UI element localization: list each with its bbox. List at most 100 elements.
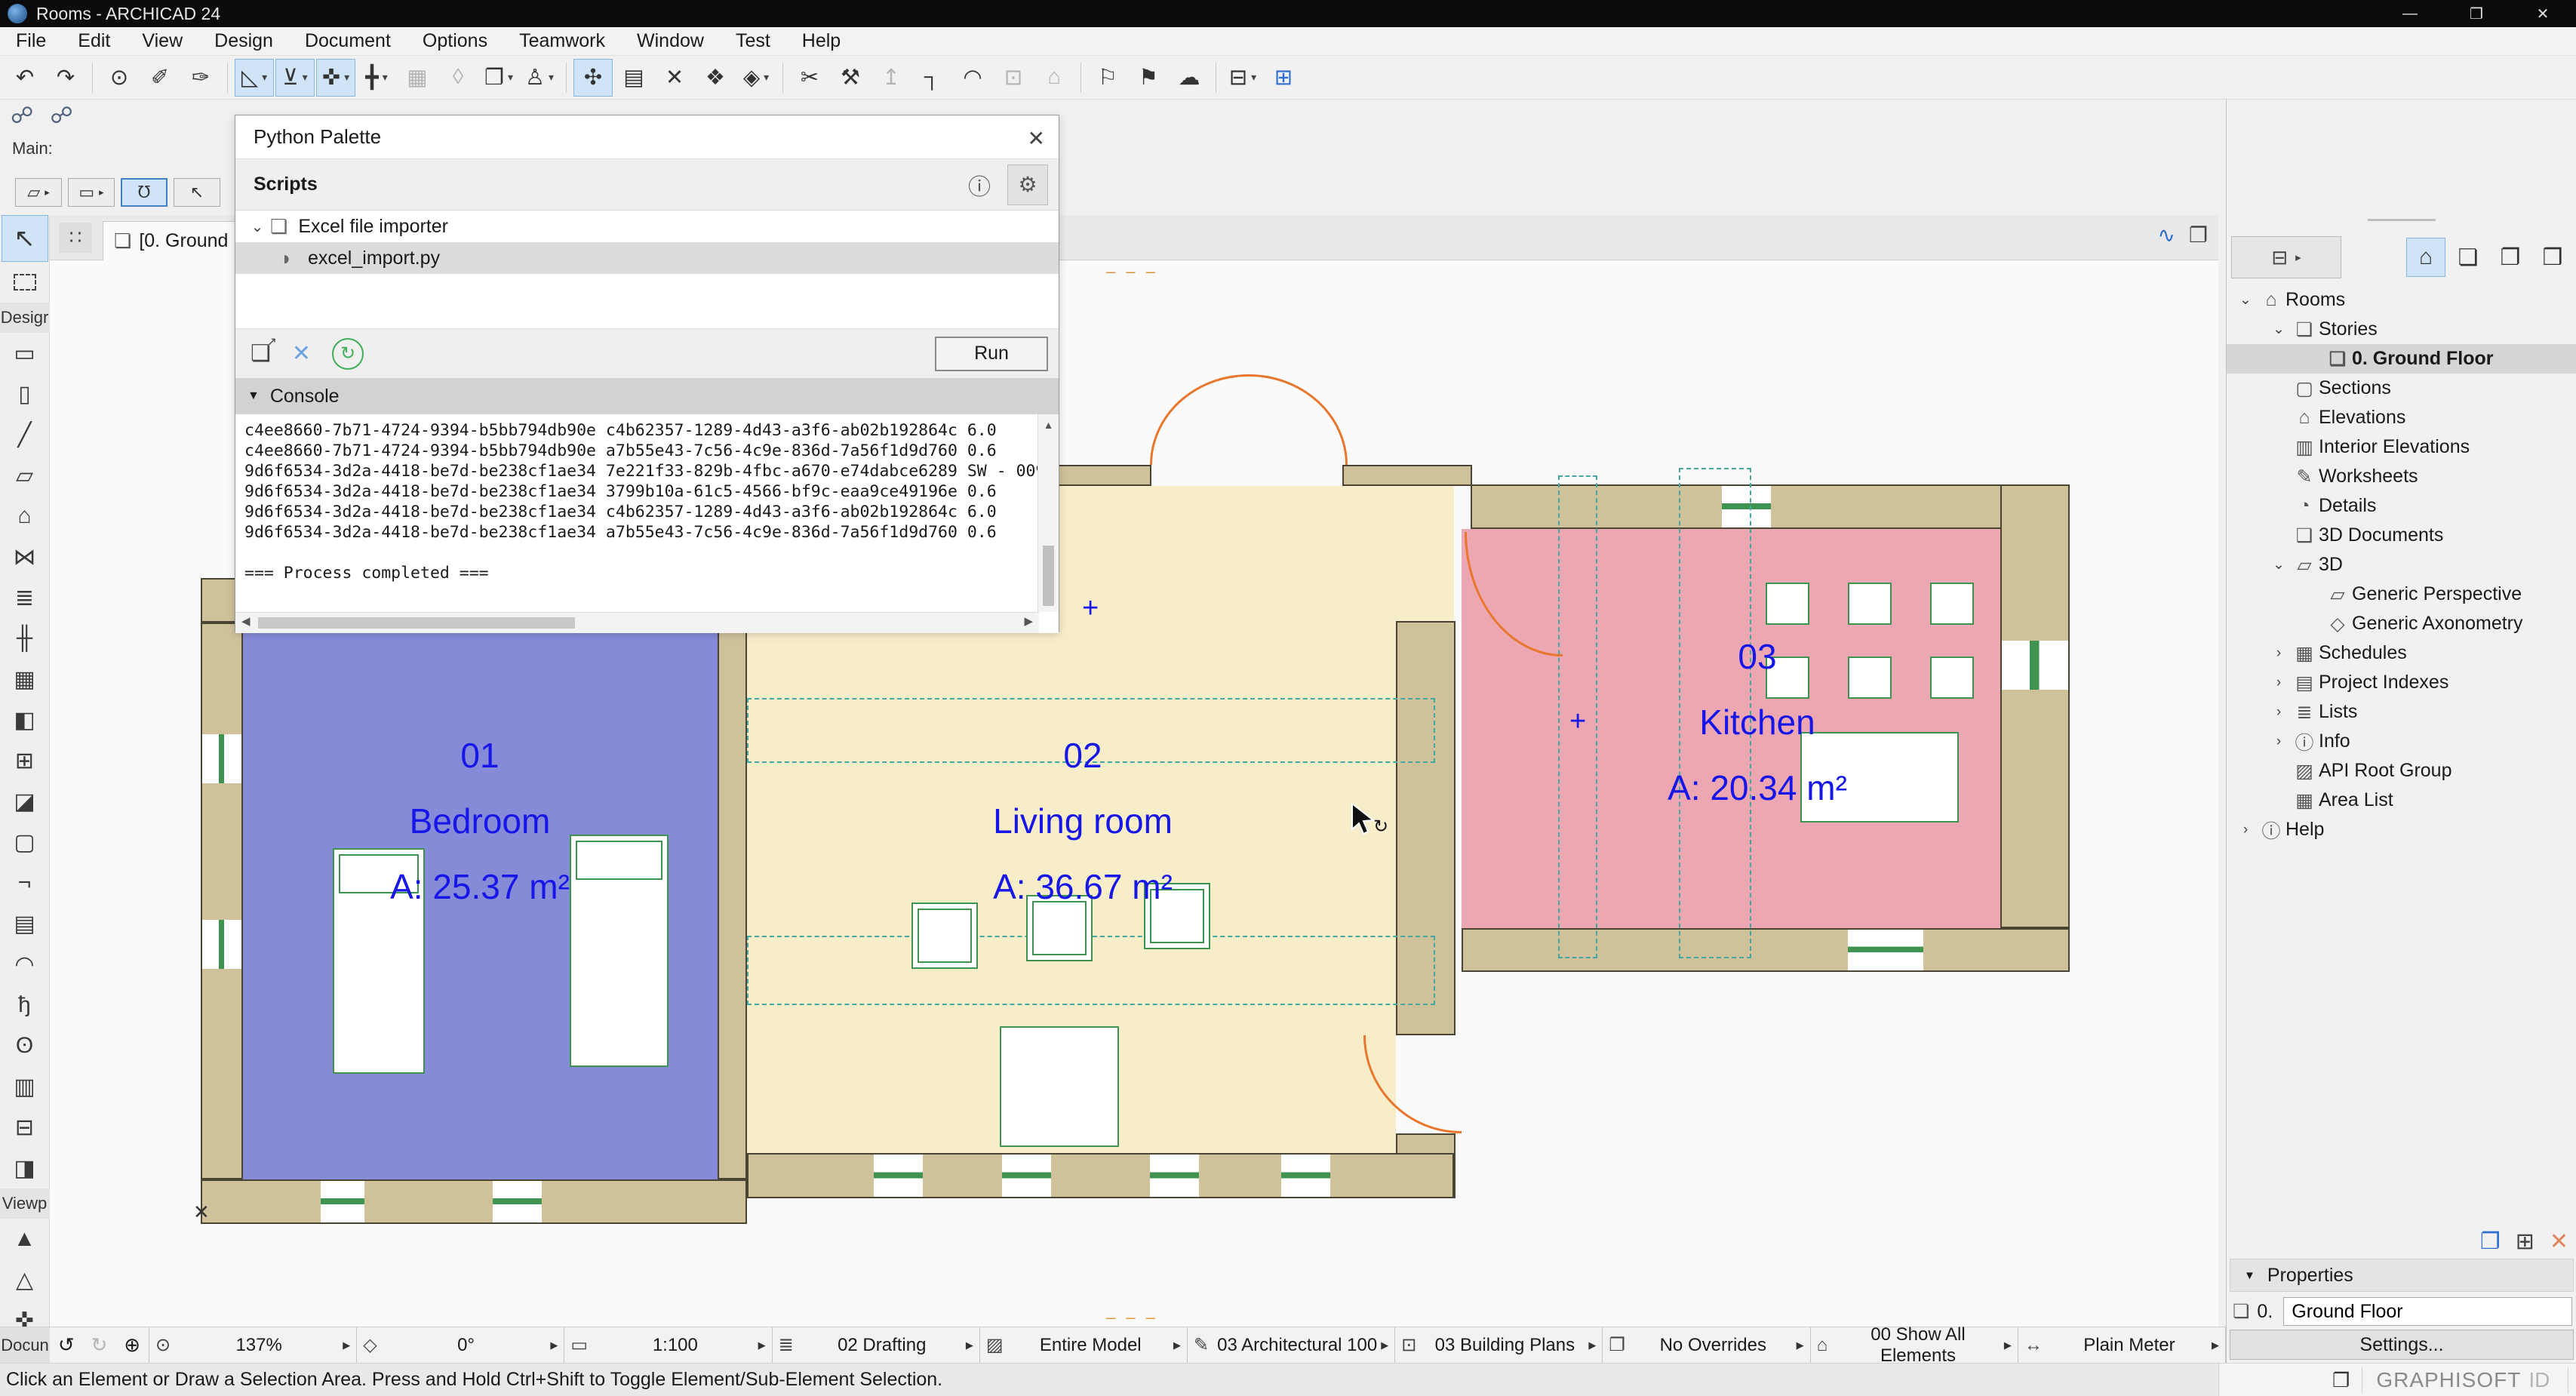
beam-tool[interactable]: ╱	[2, 414, 48, 455]
pick-up-parameters[interactable]: ✐	[140, 59, 180, 97]
view-back-icon[interactable]: ↺	[58, 1333, 75, 1357]
guide-lines[interactable]: ◺▾	[235, 59, 274, 97]
chevron-icon[interactable]: ›	[2234, 822, 2257, 838]
equipment-tool[interactable]: ▥	[2, 1066, 48, 1107]
arrow-right-icon[interactable]: ▶	[2212, 1339, 2219, 1351]
zoom-select[interactable]: ⊙	[100, 59, 139, 97]
tree-item-lists[interactable]: ›≣Lists	[2227, 697, 2576, 727]
tab-publisher[interactable]: ❒	[2533, 238, 2572, 277]
curtain-wall-tool[interactable]: ▦	[2, 659, 48, 700]
menu-options[interactable]: Options	[407, 27, 503, 56]
slab-tool[interactable]: ▱	[2, 455, 48, 496]
renovation-filter-control[interactable]: ⌂00 Show All Elements▶	[1811, 1327, 2018, 1363]
tab-project-map[interactable]: ⌂	[2406, 238, 2445, 277]
tree-item-rooms[interactable]: ⌄⌂Rooms	[2227, 285, 2576, 315]
tree-item-info[interactable]: ›ⓘInfo	[2227, 727, 2576, 756]
grid-tool[interactable]: ⊟	[2, 1107, 48, 1148]
properties-header[interactable]: ▼ Properties	[2230, 1259, 2574, 1292]
minimize-button[interactable]: —	[2377, 0, 2443, 27]
tree-item-worksheets[interactable]: ✎Worksheets	[2227, 462, 2576, 491]
chevron-icon[interactable]: ⌄	[2267, 321, 2290, 338]
coffee-table[interactable]	[1000, 1026, 1119, 1147]
teamwork-cloud[interactable]: ☁	[1170, 59, 1209, 97]
graphisoft-brand[interactable]: GRAPHISOFT	[2376, 1368, 2521, 1392]
arrow-right-icon[interactable]: ▶	[550, 1339, 558, 1351]
scroll-up-icon[interactable]: ▲	[1038, 414, 1059, 431]
tree-item-generic-perspective[interactable]: ▱Generic Perspective	[2227, 580, 2576, 609]
refresh-icon[interactable]: ↻	[332, 338, 364, 370]
menu-file[interactable]: File	[0, 27, 62, 56]
chevron-icon[interactable]: ›	[2267, 733, 2290, 750]
favorites[interactable]: ♙▾	[520, 59, 559, 97]
restore-button[interactable]: ❐	[2443, 0, 2510, 27]
stretch[interactable]: ✕	[655, 59, 694, 97]
console-vscrollbar[interactable]: ▲	[1037, 414, 1059, 612]
trace-reference[interactable]: ❐▾	[479, 59, 518, 97]
tree-item-elevations[interactable]: ⌂Elevations	[2227, 403, 2576, 432]
menu-document[interactable]: Document	[289, 27, 407, 56]
tab-layout-book[interactable]: ❐	[2491, 238, 2530, 277]
tree-item-interior-elevations[interactable]: ▥Interior Elevations	[2227, 432, 2576, 462]
inject-parameters[interactable]: ✑	[181, 59, 220, 97]
adjust[interactable]: ⚒	[831, 59, 870, 97]
zoom-in-icon[interactable]: ⊕	[124, 1333, 140, 1357]
open-folder-icon[interactable]: ❏↗	[251, 340, 271, 367]
console-hscrollbar[interactable]: ◀ ▶	[235, 612, 1039, 633]
lamp-tool[interactable]: ʘ	[2, 1025, 48, 1066]
workspace-settings[interactable]: ⊞	[1264, 59, 1303, 97]
link-2-icon[interactable]: ☍	[50, 103, 72, 129]
kitchen-cabinet[interactable]	[1766, 583, 1809, 625]
arrow-right-icon[interactable]: ▶	[758, 1339, 766, 1351]
object-tool[interactable]: ђ	[2, 985, 48, 1025]
menu-design[interactable]: Design	[198, 27, 289, 56]
panel-tool[interactable]: ◨	[2, 1148, 48, 1188]
vscroll-thumb[interactable]	[1043, 546, 1054, 606]
grid-display[interactable]: ▦	[398, 59, 437, 97]
scroll-left-icon[interactable]: ◀	[241, 614, 251, 628]
tree-item-sections[interactable]: ▢Sections	[2227, 374, 2576, 403]
chart-mini-icon[interactable]: ∿	[2157, 223, 2175, 248]
magnet-toggle[interactable]: ℧	[121, 178, 168, 207]
zone-entry[interactable]	[1047, 486, 1454, 621]
arrow-right-icon[interactable]: ▶	[2004, 1339, 2012, 1351]
layer-control[interactable]: ≣02 Drafting▶	[773, 1327, 980, 1363]
gravity[interactable]: ◊	[438, 59, 478, 97]
menu-view[interactable]: View	[126, 27, 198, 56]
intersect[interactable]: ┐	[912, 59, 951, 97]
tree-item-area-list[interactable]: ▦Area List	[2227, 786, 2576, 815]
tab-overview-button[interactable]: ∷	[59, 223, 92, 253]
arrow-right-icon[interactable]: ▶	[1797, 1339, 1804, 1351]
tree-item-3d[interactable]: ⌄▱3D	[2227, 550, 2576, 580]
orientation-control[interactable]: ◇0°▶	[357, 1327, 564, 1363]
window-tool[interactable]: ⊞	[2, 740, 48, 781]
tab-view-map[interactable]: ❏	[2448, 238, 2488, 277]
graphic-overrides-control[interactable]: ❐No Overrides▶	[1603, 1327, 1810, 1363]
console-header[interactable]: ▼ Console	[235, 378, 1059, 414]
script-file-row[interactable]: ◑ excel_import.py	[235, 242, 1059, 274]
shell-tool[interactable]: ⋈	[2, 537, 48, 577]
layout-mini-icon[interactable]: ❐	[2189, 223, 2208, 248]
scroll-right-icon[interactable]: ▶	[1024, 614, 1033, 628]
arrow-right-icon[interactable]: ▶	[1381, 1339, 1388, 1351]
tree-item-api-root-group[interactable]: ▨API Root Group	[2227, 756, 2576, 786]
project-chooser-button[interactable]: ⊟ ▸	[2231, 236, 2341, 278]
clear-icon[interactable]: ✕	[292, 340, 311, 367]
tree-item-details[interactable]: ◔Details	[2227, 491, 2576, 521]
zone-stamp-tool[interactable]: △	[2, 1259, 48, 1300]
multiply[interactable]: ⌂	[1034, 59, 1074, 97]
tree-item-stories[interactable]: ⌄❏Stories	[2227, 315, 2576, 344]
link-1-icon[interactable]: ☍	[11, 103, 33, 129]
elevate[interactable]: ↥	[871, 59, 911, 97]
arrow-cursor[interactable]: ↖	[174, 178, 220, 207]
wall-end-tool[interactable]: ¬	[2, 863, 48, 903]
tree-item-project-indexes[interactable]: ›▤Project Indexes	[2227, 668, 2576, 697]
palette-title-bar[interactable]: Python Palette ✕	[235, 115, 1059, 159]
railing-tool[interactable]: ╫	[2, 618, 48, 659]
coordinate-input[interactable]: ✜▾	[316, 59, 355, 97]
palette-close-icon[interactable]: ✕	[1028, 126, 1045, 151]
menu-test[interactable]: Test	[720, 27, 786, 56]
new-viewpoint-icon[interactable]: ⊞	[2516, 1228, 2535, 1255]
mesh-tool[interactable]: ▤	[2, 903, 48, 944]
menu-help[interactable]: Help	[786, 27, 856, 56]
script-folder-row[interactable]: ⌄ ❏ Excel file importer	[235, 211, 1059, 242]
